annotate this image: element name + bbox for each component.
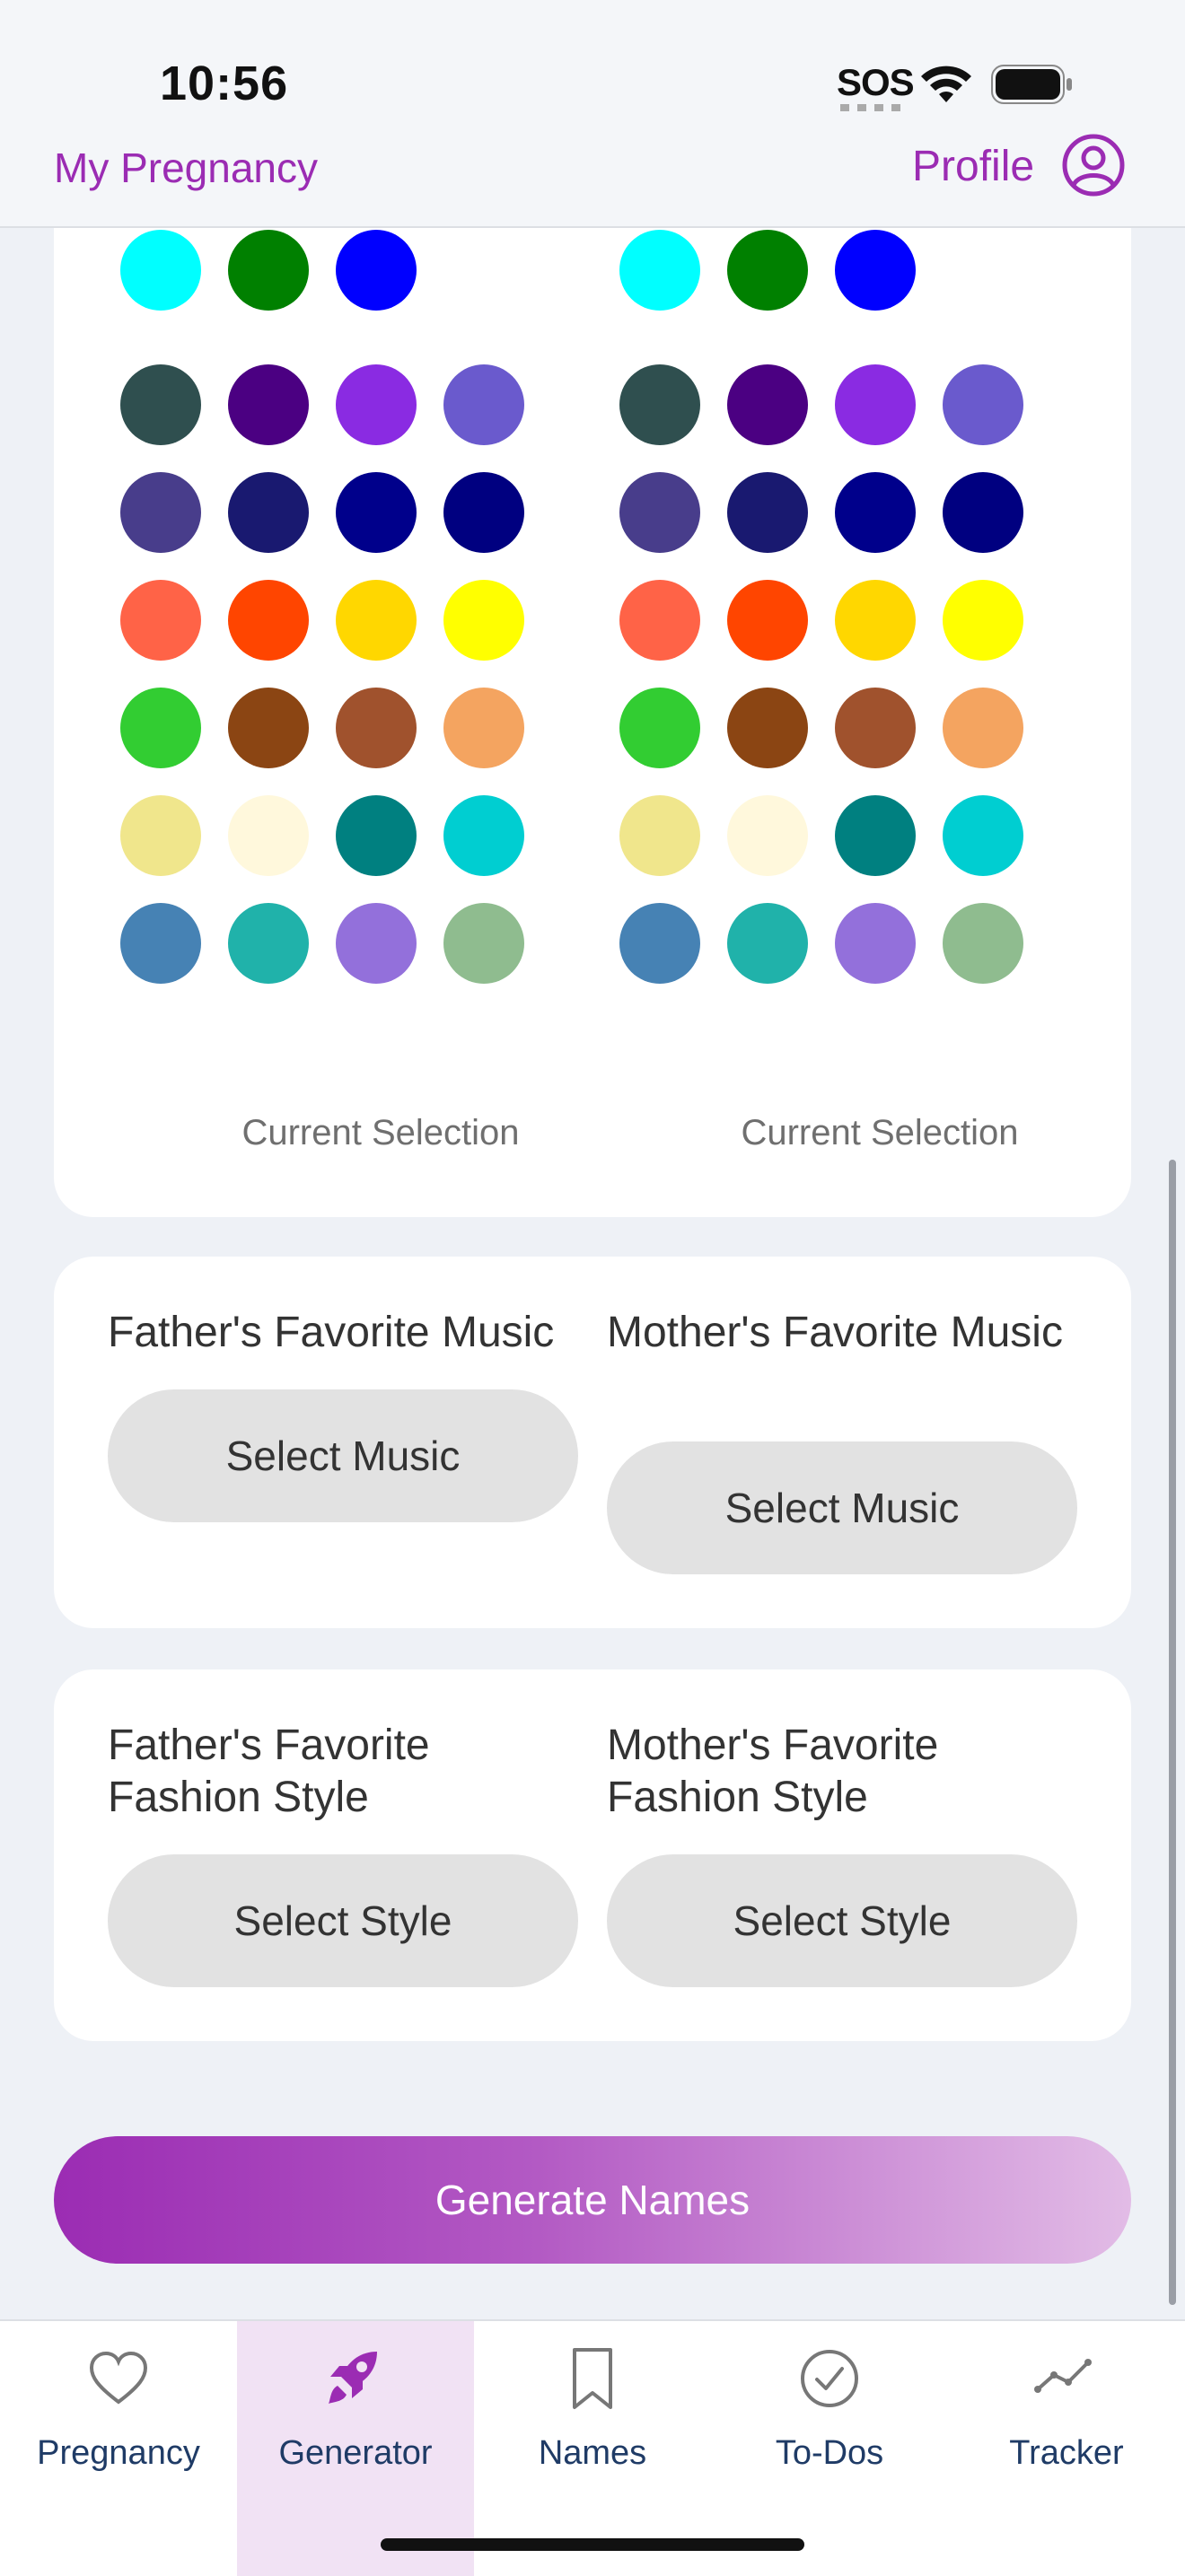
mother-color-swatch[interactable]: [835, 472, 916, 553]
status-time: 10:56: [160, 57, 289, 110]
home-indicator: [381, 2538, 804, 2551]
mother-color-swatch[interactable]: [835, 688, 916, 768]
battery-icon: [991, 65, 1072, 104]
bookmark-icon: [573, 2348, 612, 2409]
mother-color-swatch[interactable]: [727, 230, 808, 311]
father-color-swatch[interactable]: [336, 580, 417, 661]
mother-color-swatch[interactable]: [943, 472, 1023, 553]
chart-line-icon: [1034, 2359, 1092, 2393]
tab-label-tracker: Tracker: [1009, 2434, 1124, 2472]
checkmark-circle-icon: [801, 2350, 858, 2407]
mother-color-swatch[interactable]: [619, 230, 700, 311]
mother-color-swatch[interactable]: [835, 903, 916, 984]
father-color-swatch[interactable]: [336, 230, 417, 311]
father-color-swatch[interactable]: [336, 472, 417, 553]
fashion-card: Father's Favorite Fashion Style Mother's…: [54, 1669, 1131, 2041]
father-color-swatch[interactable]: [228, 230, 309, 311]
mother-color-swatch[interactable]: [727, 364, 808, 445]
current-selection-father: Current Selection: [241, 1113, 520, 1152]
wifi-icon: [921, 66, 971, 102]
father-color-swatch[interactable]: [443, 688, 524, 768]
father-color-swatch[interactable]: [443, 364, 524, 445]
mother-color-swatch[interactable]: [619, 580, 700, 661]
father-color-swatch[interactable]: [443, 795, 524, 876]
heart-icon: [89, 2351, 148, 2405]
mother-color-swatch[interactable]: [727, 903, 808, 984]
father-color-swatch[interactable]: [336, 903, 417, 984]
mother-select-style-button[interactable]: Select Style: [607, 1854, 1077, 1987]
top-bar: 10:56 SOS My Pregnancy Profile: [0, 0, 1185, 228]
mother-color-swatch[interactable]: [943, 688, 1023, 768]
father-color-swatch[interactable]: [443, 580, 524, 661]
mother-color-swatch[interactable]: [943, 795, 1023, 876]
mother-color-swatch[interactable]: [727, 472, 808, 553]
signal-dots-icon: [840, 104, 901, 111]
nav-title-my-pregnancy[interactable]: My Pregnancy: [54, 144, 318, 192]
profile-icon[interactable]: [1061, 133, 1126, 197]
father-color-swatch[interactable]: [443, 903, 524, 984]
tab-pregnancy[interactable]: Pregnancy: [0, 2321, 237, 2576]
father-select-music-button[interactable]: Select Music: [108, 1389, 578, 1522]
father-color-swatch[interactable]: [443, 472, 524, 553]
father-color-swatch[interactable]: [120, 580, 201, 661]
mother-color-swatch[interactable]: [727, 580, 808, 661]
father-color-swatch[interactable]: [120, 364, 201, 445]
father-color-swatch[interactable]: [120, 472, 201, 553]
color-palette-card: Current Selection Current Selection: [54, 122, 1131, 1217]
mother-color-swatch[interactable]: [835, 230, 916, 311]
music-card: Father's Favorite Music Mother's Favorit…: [54, 1257, 1131, 1628]
father-select-style-button[interactable]: Select Style: [108, 1854, 578, 1987]
tab-label-generator: Generator: [278, 2434, 433, 2472]
generate-names-button[interactable]: Generate Names: [54, 2136, 1131, 2264]
sos-indicator: SOS: [837, 61, 915, 103]
tab-tracker[interactable]: Tracker: [948, 2321, 1185, 2576]
father-fashion-label: Father's Favorite Fashion Style: [108, 1722, 430, 1821]
mother-color-swatch[interactable]: [835, 795, 916, 876]
father-color-swatch[interactable]: [120, 795, 201, 876]
mother-color-swatch[interactable]: [619, 688, 700, 768]
father-color-swatch[interactable]: [120, 688, 201, 768]
father-color-swatch[interactable]: [120, 230, 201, 311]
mother-color-swatch[interactable]: [727, 688, 808, 768]
mother-color-swatch[interactable]: [619, 903, 700, 984]
father-color-swatch[interactable]: [120, 903, 201, 984]
father-color-swatch[interactable]: [228, 580, 309, 661]
mother-color-swatch[interactable]: [619, 364, 700, 445]
mother-color-swatch[interactable]: [619, 795, 700, 876]
father-color-swatch[interactable]: [336, 688, 417, 768]
rocket-icon: [329, 2352, 377, 2404]
mother-color-swatch[interactable]: [943, 903, 1023, 984]
father-color-swatch[interactable]: [228, 472, 309, 553]
father-color-swatch[interactable]: [228, 364, 309, 445]
mother-music-label: Mother's Favorite Music: [607, 1309, 1063, 1356]
mother-select-music-button[interactable]: Select Music: [607, 1441, 1077, 1574]
tab-label-pregnancy: Pregnancy: [37, 2434, 200, 2472]
mother-color-swatch[interactable]: [943, 580, 1023, 661]
father-color-swatch[interactable]: [336, 795, 417, 876]
mother-color-swatch[interactable]: [835, 580, 916, 661]
father-color-swatch[interactable]: [228, 795, 309, 876]
mother-fashion-label: Mother's Favorite Fashion Style: [607, 1722, 939, 1821]
mother-color-swatch[interactable]: [727, 795, 808, 876]
mother-color-swatch[interactable]: [943, 364, 1023, 445]
mother-color-swatch[interactable]: [835, 364, 916, 445]
father-color-swatch[interactable]: [336, 364, 417, 445]
tab-label-names: Names: [538, 2434, 647, 2472]
mother-color-swatch[interactable]: [619, 472, 700, 553]
tab-label-todos: To-Dos: [775, 2434, 884, 2472]
scrollbar[interactable]: [1169, 1160, 1176, 2305]
father-music-label: Father's Favorite Music: [108, 1309, 555, 1356]
profile-link[interactable]: Profile: [912, 142, 1034, 191]
father-color-swatch[interactable]: [228, 903, 309, 984]
father-color-swatch[interactable]: [228, 688, 309, 768]
current-selection-mother: Current Selection: [741, 1113, 1019, 1152]
